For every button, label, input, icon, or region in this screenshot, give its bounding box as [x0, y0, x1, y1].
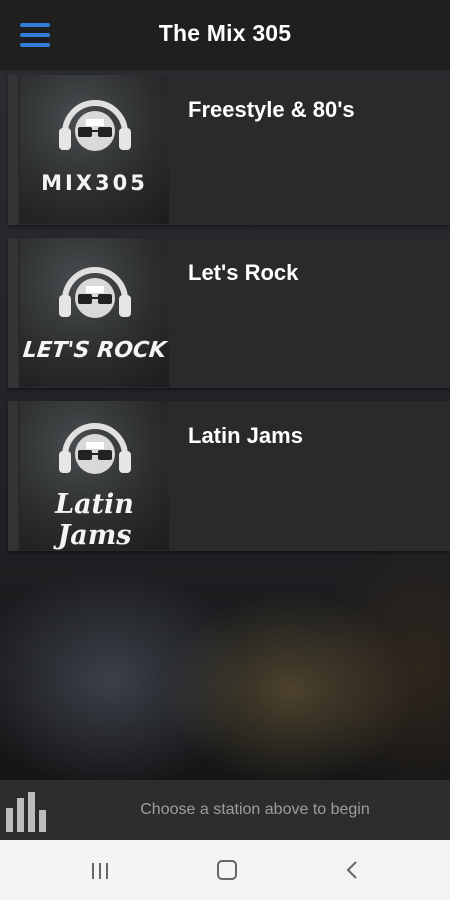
headphones-logo-icon	[59, 267, 131, 318]
station-list: MIX305 Freestyle & 80's LET'S ROCK Let's…	[8, 75, 450, 564]
station-name: Latin Jams	[188, 423, 303, 448]
station-card-latin-jams[interactable]: Latin Jams Latin Jams	[8, 401, 450, 551]
player-bar[interactable]: Choose a station above to begin	[0, 780, 450, 840]
station-logo-mix305: MIX305	[20, 75, 169, 224]
recent-apps-icon[interactable]	[92, 863, 110, 880]
station-name: Freestyle & 80's	[188, 97, 355, 122]
top-app-bar: The Mix 305	[0, 0, 450, 70]
headphones-logo-icon	[59, 100, 131, 151]
station-logo-latin-jams: Latin Jams	[20, 401, 169, 550]
station-card-freestyle[interactable]: MIX305 Freestyle & 80's	[8, 75, 450, 225]
equalizer-bars-icon	[6, 790, 51, 832]
back-icon[interactable]	[344, 860, 362, 880]
home-icon[interactable]	[217, 860, 237, 880]
app-title: The Mix 305	[158, 20, 292, 46]
system-navigation-bar	[0, 840, 450, 900]
station-logo-text: LET'S ROCK	[21, 338, 168, 363]
station-logo-lets-rock: LET'S ROCK	[20, 238, 169, 387]
station-card-lets-rock[interactable]: LET'S ROCK Let's Rock	[8, 238, 450, 388]
station-logo-text: Latin Jams	[55, 489, 134, 550]
station-name: Let's Rock	[188, 260, 299, 285]
station-logo-text: MIX305	[41, 171, 148, 195]
player-status-text: Choose a station above to begin	[140, 801, 370, 818]
